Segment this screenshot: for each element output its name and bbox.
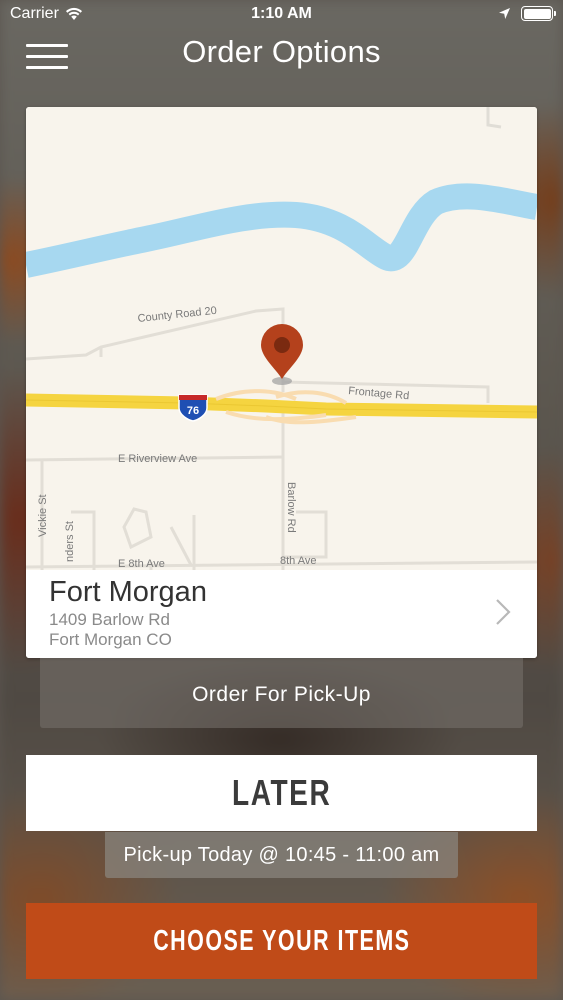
battery-icon [521, 6, 556, 21]
later-button-label: LATER [231, 772, 332, 813]
location-address-line1: 1409 Barlow Rd [49, 610, 170, 629]
road-label: E Riverview Ave [118, 453, 197, 465]
page-title: Order Options [182, 34, 381, 69]
road-label: E 8th Ave [118, 558, 165, 570]
road-label: Barlow Rd [285, 482, 297, 533]
road-label: Vickie St [37, 494, 49, 537]
nav-bar: Order Options [0, 30, 563, 80]
location-row[interactable]: Fort Morgan 1409 Barlow Rd Fort Morgan C… [26, 570, 537, 658]
status-time: 1:10 AM [251, 5, 312, 22]
order-type-button[interactable]: Order For Pick-Up [40, 658, 523, 728]
pickup-time-selector[interactable]: Pick-up Today @ 10:45 - 11:00 am [105, 832, 458, 878]
choose-items-button[interactable]: CHOOSE YOUR ITEMS [26, 903, 537, 979]
later-button[interactable]: LATER [26, 755, 537, 831]
location-name: Fort Morgan [49, 576, 207, 608]
road-label: 8th Ave [280, 555, 317, 567]
map-view[interactable]: 76 County Road 20 Frontage Rd E Rivervie… [26, 107, 537, 570]
location-address-line2: Fort Morgan CO [49, 630, 172, 649]
status-bar: Carrier 1:10 AM [0, 0, 563, 30]
status-right [498, 6, 556, 21]
road-label: nders St [64, 521, 76, 562]
choose-items-label: CHOOSE YOUR ITEMS [152, 925, 411, 957]
location-card: 76 County Road 20 Frontage Rd E Rivervie… [26, 107, 537, 658]
svg-text:76: 76 [187, 405, 199, 417]
location-arrow-icon [499, 8, 510, 19]
chevron-right-icon [496, 599, 511, 625]
